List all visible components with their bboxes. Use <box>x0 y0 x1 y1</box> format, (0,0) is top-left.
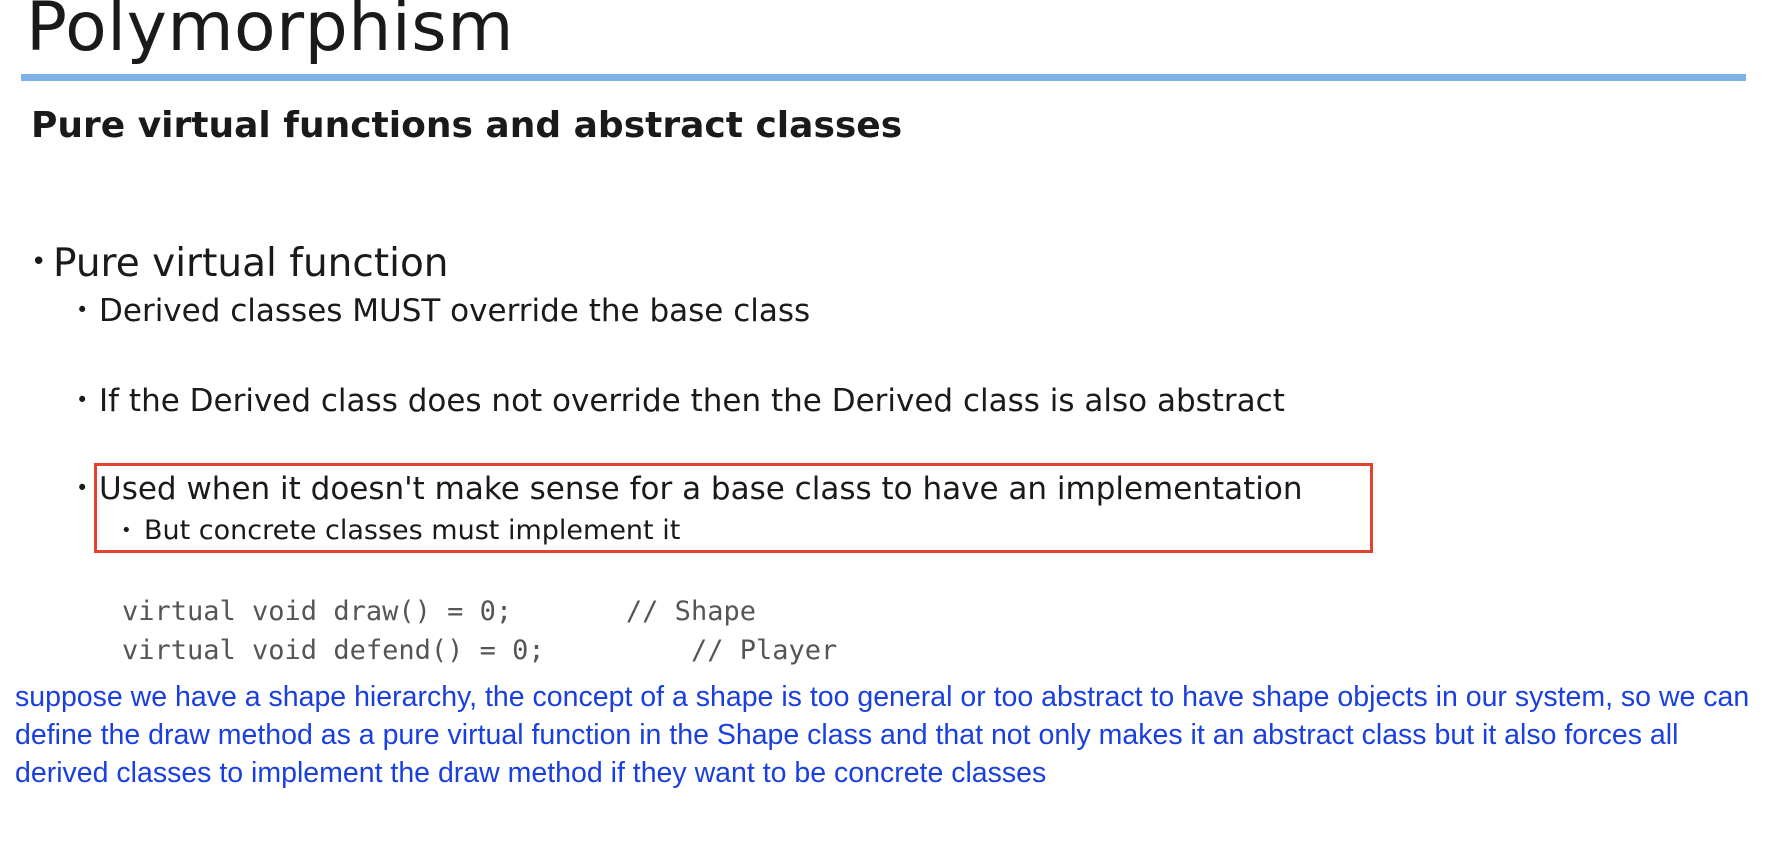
bullet-derived-also-abstract: • If the Derived class does not override … <box>76 380 1285 421</box>
bullet-dot-icon: • <box>76 476 89 500</box>
code-line-defend: virtual void defend() = 0; // Player <box>122 635 838 666</box>
bullet-dot-icon: • <box>31 247 47 277</box>
code-line-draw: virtual void draw() = 0; // Shape <box>122 596 756 627</box>
bullet-text: Derived classes MUST override the base c… <box>99 293 811 329</box>
bullet-pure-virtual-function: • Pure virtual function <box>31 238 449 288</box>
slide-subtitle: Pure virtual functions and abstract clas… <box>31 105 903 146</box>
bullet-must-override: • Derived classes MUST override the base … <box>76 290 810 331</box>
bullet-dot-icon: • <box>76 298 89 322</box>
annotation-note: suppose we have a shape hierarchy, the c… <box>15 681 1750 789</box>
bullet-text: Pure virtual function <box>53 241 449 286</box>
slide-title: Polymorphism <box>26 0 514 67</box>
bullet-text: If the Derived class does not override t… <box>99 383 1285 419</box>
bullet-dot-icon: • <box>76 388 89 412</box>
bullet-text: Used when it doesn't make sense for a ba… <box>99 471 1303 507</box>
bullet-dot-icon: • <box>121 520 132 541</box>
bullet-concrete-must-implement: • But concrete classes must implement it <box>121 514 680 548</box>
title-divider <box>21 74 1746 81</box>
bullet-used-when: • Used when it doesn't make sense for a b… <box>76 468 1303 509</box>
bullet-text: But concrete classes must implement it <box>144 515 681 546</box>
